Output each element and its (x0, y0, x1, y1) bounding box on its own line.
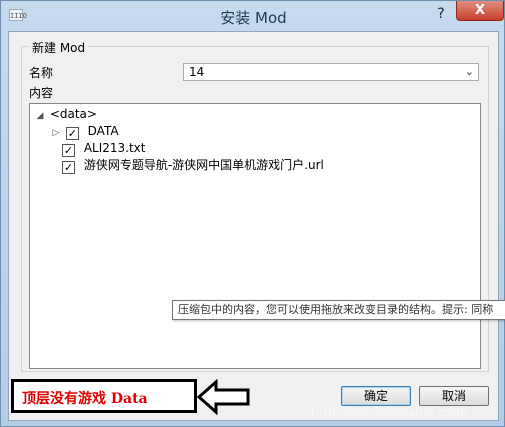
tree-node-label: DATA (87, 124, 119, 138)
window-title: 安装 Mod (220, 9, 287, 27)
name-combobox[interactable]: 14 ⌄ (183, 63, 479, 81)
name-value: 14 (189, 65, 205, 79)
title-bar[interactable]: IIIO 安装 Mod ? X (1, 1, 505, 31)
tree-node-label: 游侠网专题导航-游侠网中国单机游戏门户.url (83, 158, 324, 172)
tree-node-root[interactable]: ◢ <data> (34, 106, 97, 123)
tree-node-file[interactable]: ✓ ALI213.txt (62, 140, 146, 157)
expand-icon[interactable]: ▷ (50, 125, 62, 142)
content-label: 内容 (29, 86, 54, 100)
tree-node-label: <data> (49, 107, 97, 121)
tree-node-label: ALI213.txt (83, 141, 146, 155)
tree-node-file[interactable]: ✓ 游侠网专题导航-游侠网中国单机游戏门户.url (62, 157, 324, 174)
checkbox-checked[interactable]: ✓ (62, 161, 75, 174)
collapse-icon[interactable]: ◢ (34, 108, 46, 125)
help-button[interactable]: ? (431, 5, 451, 23)
group-title: 新建 Mod (29, 39, 89, 56)
watermark: http://bbs.3dmgame.com/ (311, 405, 468, 419)
annotation-box: 顶层没有游戏 Data (11, 379, 197, 413)
annotation-text: 顶层没有游戏 Data (22, 391, 148, 407)
install-mod-dialog: IIIO 安装 Mod ? X 新建 Mod 名称 14 ⌄ 内容 ◢ <dat… (0, 0, 505, 427)
ok-button[interactable]: 确定 (341, 386, 411, 406)
chevron-down-icon[interactable]: ⌄ (465, 64, 474, 80)
tooltip: 压缩包中的内容，您可以使用拖放来改变目录的结构。提示: 同称 (172, 300, 505, 320)
name-label: 名称 (29, 66, 54, 80)
cancel-button[interactable]: 取消 (419, 386, 489, 406)
content-tree[interactable]: ◢ <data> ▷ ✓ DATA ✓ ALI213.txt ✓ 游侠网专题导航… (29, 103, 481, 369)
checkbox-checked[interactable]: ✓ (65, 127, 79, 140)
dialog-body: 新建 Mod 名称 14 ⌄ 内容 ◢ <data> ▷ ✓ DATA ✓ AL… (8, 31, 499, 421)
left-arrow-icon (196, 379, 250, 415)
close-button[interactable]: X (456, 1, 504, 21)
checkbox-checked[interactable]: ✓ (62, 144, 75, 157)
tree-node-data-folder[interactable]: ▷ ✓ DATA (50, 123, 119, 140)
